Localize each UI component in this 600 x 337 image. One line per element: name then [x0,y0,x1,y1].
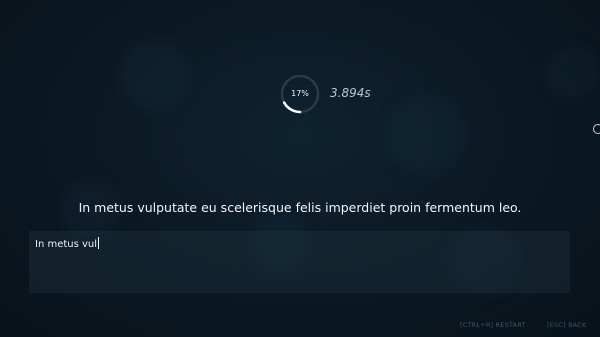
text-caret [98,237,100,249]
background-bokeh [120,40,190,110]
background-bokeh [385,95,465,175]
progress-percent-label: 17% [291,89,309,98]
typing-input-area[interactable]: In metus vul [29,231,570,293]
elapsed-timer: 3.894s [330,86,371,100]
background-bokeh [545,45,600,100]
prompt-text: In metus vulputate eu scelerisque felis … [78,200,522,215]
edge-circle-icon [593,124,600,134]
restart-shortcut-hint[interactable]: [CTRL+R] RESTART [460,321,526,329]
typed-text: In metus vul [35,239,98,250]
typed-input-line: In metus vul [35,237,100,250]
back-shortcut-hint[interactable]: [ESC] BACK [547,321,587,329]
